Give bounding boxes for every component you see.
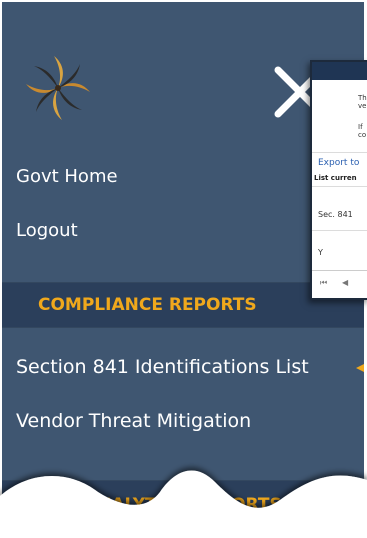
nav-logout-link[interactable]: Logout — [16, 220, 78, 241]
table-cell: Sec. 841 — [318, 210, 353, 219]
menu-item-vendor-threat-mitigation[interactable]: Vendor Threat Mitigation — [16, 410, 251, 432]
torn-edge-decoration — [0, 470, 367, 538]
nav-govt-home-link[interactable]: Govt Home — [16, 166, 118, 187]
chevron-left-icon — [356, 364, 364, 372]
export-link[interactable]: Export to — [318, 158, 359, 168]
pager: ⏮ ◀ — [312, 270, 367, 295]
popup-text-line: co — [358, 131, 367, 139]
list-caption: List curren — [314, 174, 357, 182]
first-page-icon[interactable]: ⏮ — [320, 278, 327, 288]
divider — [312, 152, 367, 153]
section-title: COMPLIANCE REPORTS — [38, 295, 257, 315]
table-cell: Y — [318, 248, 323, 257]
menu-item-section-841-identifications-list[interactable]: Section 841 Identifications List — [16, 356, 309, 378]
popup-text-line: ve — [358, 102, 367, 110]
divider — [312, 230, 367, 231]
report-popup-window: Th ve If co Export to List curren Sec. 8… — [310, 60, 367, 300]
starburst-logo-icon — [26, 56, 90, 120]
popup-title-bar — [312, 62, 367, 80]
divider — [312, 186, 367, 187]
prev-page-icon[interactable]: ◀ — [342, 278, 348, 287]
